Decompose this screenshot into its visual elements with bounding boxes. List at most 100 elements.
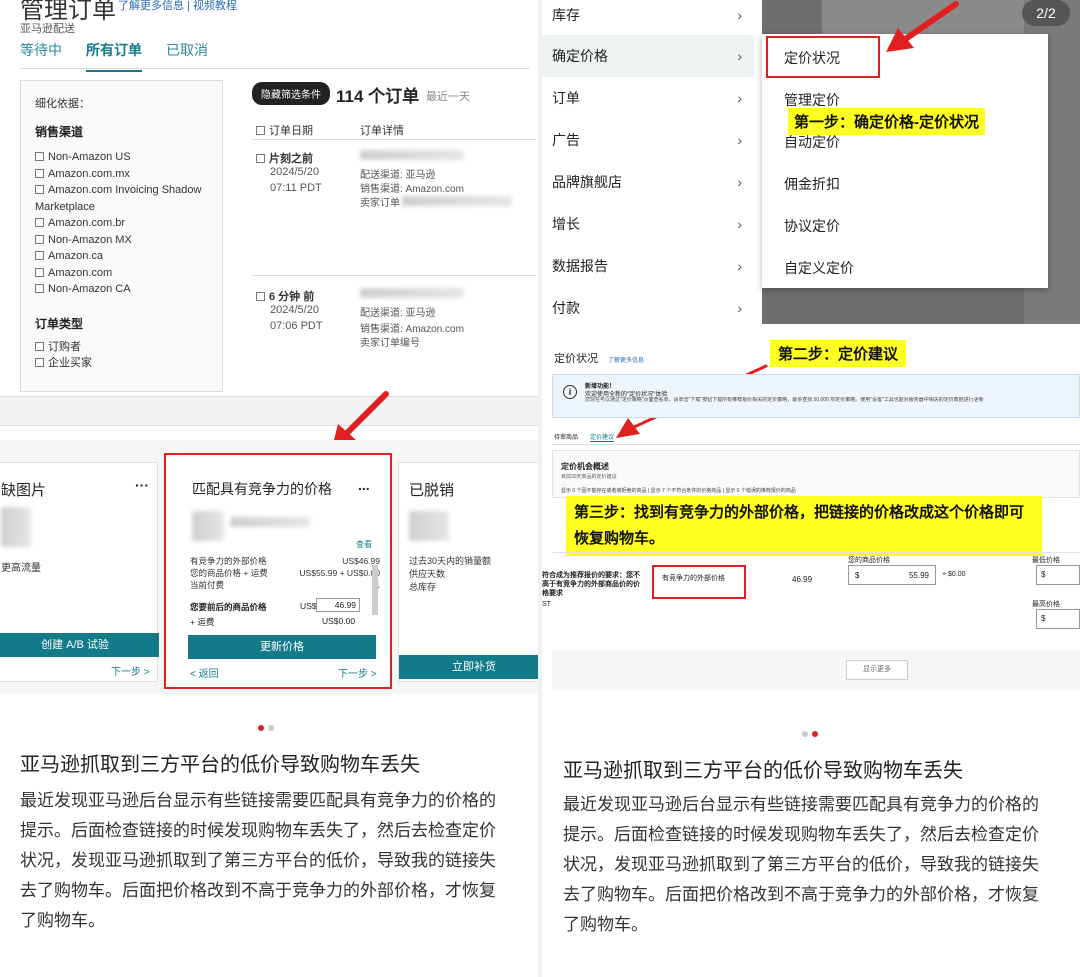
menu-item-payments[interactable]: 付款 › <box>542 287 754 329</box>
next-link[interactable]: 下一步 > <box>338 665 377 680</box>
order-date: 2024/5/20 <box>270 304 319 316</box>
chevron-right-icon: › <box>737 300 742 316</box>
hide-filters-button[interactable]: 隐藏筛选条件 <box>252 82 330 105</box>
left-screenshot: 管理订单 了解更多信息 | 视频教程 亚马逊配送 等待中 所有订单 已取消 细化… <box>0 0 538 700</box>
channel-option[interactable]: Amazon.com.mx <box>35 166 221 183</box>
card-title: 匹配具有竞争力的价格 <box>192 481 332 497</box>
channel-option[interactable]: Non-Amazon MX <box>35 232 221 249</box>
submenu-manage-pricing[interactable]: 管理定价 <box>784 90 840 110</box>
checkbox[interactable] <box>35 251 44 260</box>
scrollbar[interactable] <box>372 565 378 615</box>
section-separator <box>0 396 538 426</box>
menu-item-growth[interactable]: 增长 › <box>542 203 754 245</box>
max-price-input[interactable]: $ <box>1036 609 1080 629</box>
tab-pending[interactable]: 等待中 <box>20 40 62 60</box>
tab-pricing-suggestions[interactable]: 定价建议 <box>590 432 615 442</box>
tab-cancelled[interactable]: 已取消 <box>166 40 208 60</box>
more-icon[interactable]: ··· <box>135 477 149 493</box>
chevron-right-icon: › <box>737 258 742 274</box>
new-price-input[interactable]: 46.99 <box>316 598 360 612</box>
nav-menu: 库存 › 确定价格 › 订单 › 广告 › 品牌旗舰店 › 增长 › 数据报告 › 付款 › <box>542 0 762 330</box>
notice-text: 您现在可以通过"定价策略"页面查看单，请单击"下载"按钮下载所有推荐报价相关的定… <box>585 397 984 403</box>
shipping-label: + 运费 <box>190 617 215 627</box>
detail-row: 当前付费1 <box>190 580 380 590</box>
checkbox[interactable] <box>35 185 44 194</box>
menu-item-reports[interactable]: 数据报告 › <box>542 245 754 287</box>
select-all-checkbox[interactable] <box>256 126 265 135</box>
tab-divider <box>552 444 1080 445</box>
shipping-cost: + $0.00 <box>942 571 966 578</box>
channel-option[interactable]: Amazon.com.br <box>35 215 221 232</box>
min-price-label: 最低价格 <box>1032 557 1060 564</box>
checkbox[interactable] <box>256 292 265 301</box>
submenu-agreement-pricing[interactable]: 协议定价 <box>784 216 840 236</box>
product-thumbnail <box>1 507 31 547</box>
create-ab-test-button[interactable]: 创建 A/B 试验 <box>0 633 159 657</box>
order-row[interactable]: 6 分钟 前 2024/5/20 07:06 PDT 配送渠道: 亚马逊 销售渠… <box>252 284 536 374</box>
channel-option[interactable]: Non-Amazon US <box>35 149 221 166</box>
tab-pending-review[interactable]: 待审商品 <box>554 432 578 441</box>
order-channel: 配送渠道: 亚马逊 <box>360 170 436 181</box>
your-price-input[interactable]: $55.99 <box>848 565 936 585</box>
view-link[interactable]: 查看 <box>356 539 372 550</box>
type-list: 订购者 企业买家 <box>35 339 92 371</box>
show-more-button[interactable]: 显示更多 <box>846 660 908 680</box>
order-row[interactable]: 片刻之前 2024/5/20 07:11 PDT 配送渠道: 亚马逊 销售渠道:… <box>252 146 536 276</box>
order-sales-channel: 销售渠道: Amazon.com <box>360 184 464 195</box>
order-count: 114 个订单 <box>336 87 420 106</box>
dot[interactable] <box>802 731 808 737</box>
update-price-button[interactable]: 更新价格 <box>188 635 376 659</box>
new-price-label: 您要前后的商品价格 <box>190 602 267 612</box>
checkbox[interactable] <box>35 168 44 178</box>
caption-body: 最近发现亚马逊后台显示有些链接需要匹配具有竞争力的价格的提示。后面检查链接的时候… <box>563 795 1039 934</box>
order-date: 2024/5/20 <box>270 166 319 178</box>
shipping-value: US$0.00 <box>322 616 356 626</box>
stock-details: 过去30天内的销量额 供应天数 总库存 <box>409 556 492 592</box>
checkbox[interactable] <box>35 267 44 277</box>
more-icon[interactable]: ... <box>358 477 370 493</box>
checkbox[interactable] <box>256 154 265 163</box>
summary-subtitle: 目前30天商品的定价建议 <box>561 474 617 480</box>
channel-option[interactable]: Amazon.com Invoicing Shadow Marketplace <box>35 182 221 215</box>
menu-item-pricing[interactable]: 确定价格 › <box>542 35 754 77</box>
checkbox[interactable] <box>35 234 44 244</box>
step3-annotation: 第三步：找到有竞争力的外部价格，把链接的价格改成这个价格即可恢复购物车。 <box>566 496 1042 556</box>
channel-option[interactable]: Amazon.ca <box>35 248 221 265</box>
orders-header: 订单日期 订单详情 <box>252 114 536 140</box>
channel-option[interactable]: Non-Amazon CA <box>35 281 221 298</box>
restock-button[interactable]: 立即补货 <box>399 655 538 679</box>
menu-item-orders[interactable]: 订单 › <box>542 77 754 119</box>
min-price-input[interactable]: $ <box>1036 565 1080 585</box>
notice-banner: i 新增功能！ 欢迎使用全新的"定价状况"体验 您现在可以通过"定价策略"页面查… <box>552 374 1080 418</box>
checkbox[interactable] <box>35 342 44 351</box>
checkbox[interactable] <box>35 358 44 367</box>
back-link[interactable]: < 返回 <box>190 665 219 680</box>
checkbox[interactable] <box>35 152 44 161</box>
checkbox[interactable] <box>35 218 44 227</box>
step2-annotation: 第二步：定价建议 <box>770 340 907 367</box>
channel-option[interactable]: Amazon.com <box>35 265 221 282</box>
chevron-right-icon: › <box>737 90 742 106</box>
submenu-custom-pricing[interactable]: 自定义定价 <box>784 258 854 278</box>
menu-item-ads[interactable]: 广告 › <box>542 119 754 161</box>
summary-items[interactable]: 显示 0 个因不能存在或者被拒绝的商品 | 显示 7 个不符合条件的价格商品 |… <box>561 487 796 494</box>
dot[interactable] <box>268 725 274 731</box>
currency-label: US$ <box>300 601 317 611</box>
menu-item-inventory[interactable]: 库存 › <box>542 0 754 36</box>
right-screenshot: 库存 › 确定价格 › 订单 › 广告 › 品牌旗舰店 › 增长 › 数据报告 › 付款 › 2… <box>542 0 1080 700</box>
type-option[interactable]: 订购者 <box>35 339 92 355</box>
product-thumbnail <box>409 511 449 541</box>
next-link[interactable]: 下一步 > <box>111 663 150 678</box>
submenu-pricing-status[interactable]: 定价状况 <box>784 48 840 68</box>
product-thumbnail <box>192 511 224 541</box>
caption-body: 最近发现亚马逊后台显示有些链接需要匹配具有竞争力的价格的提示。后面检查链接的时候… <box>20 791 496 930</box>
dot-active[interactable] <box>812 731 818 737</box>
redacted-title <box>230 517 310 527</box>
checkbox[interactable] <box>35 284 44 293</box>
type-option[interactable]: 企业买家 <box>35 355 92 371</box>
header-links[interactable]: 了解更多信息 | 视频教程 <box>118 0 237 13</box>
submenu-auto-pricing[interactable]: 自动定价 <box>784 132 840 152</box>
dot-active[interactable] <box>258 725 264 731</box>
menu-item-stores[interactable]: 品牌旗舰店 › <box>542 161 754 203</box>
submenu-commission-discount[interactable]: 佣金折扣 <box>784 174 840 194</box>
